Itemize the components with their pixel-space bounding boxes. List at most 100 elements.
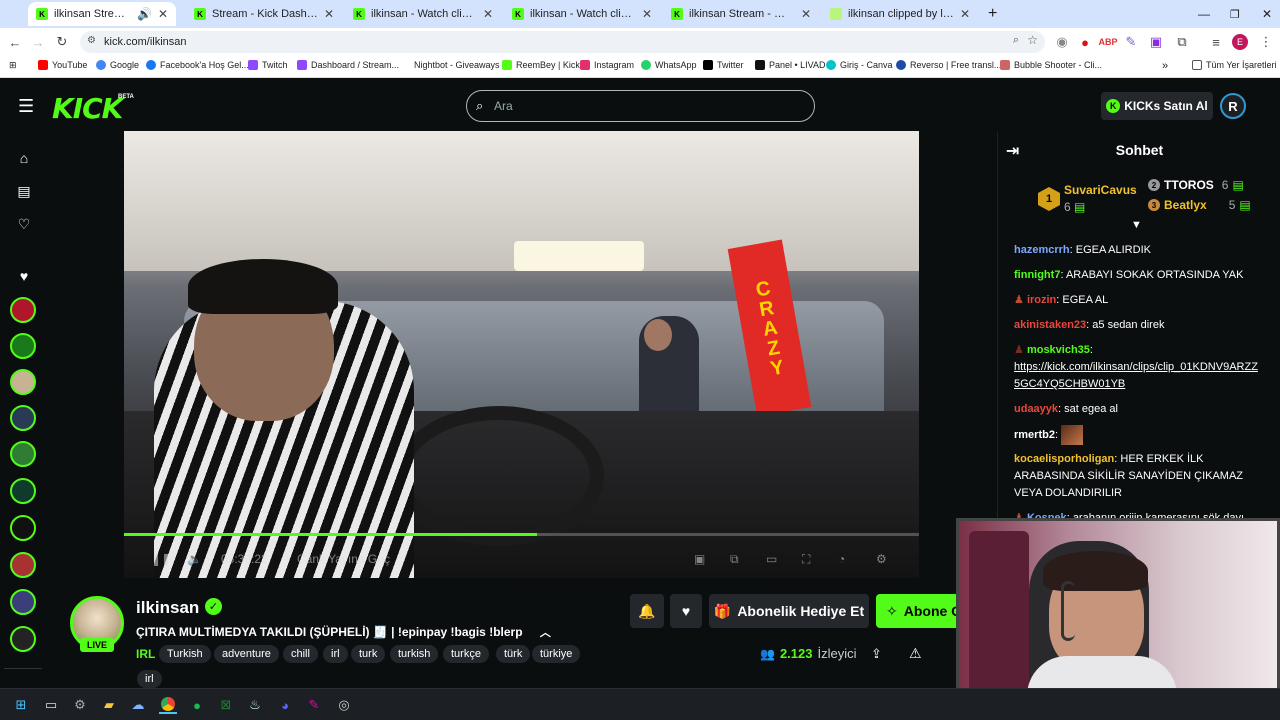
pip-icon[interactable]: ⧉ <box>730 552 739 567</box>
tag[interactable]: chill <box>283 645 318 663</box>
window-close-icon[interactable]: ✕ <box>1254 2 1274 26</box>
tag[interactable]: Turkish <box>159 645 211 663</box>
forward-icon[interactable]: → <box>28 32 48 52</box>
extension-icon[interactable]: ● <box>1075 32 1095 52</box>
settings-gear-icon[interactable]: ⚙ <box>71 696 89 714</box>
back-icon[interactable]: ← <box>5 32 25 52</box>
file-explorer-icon[interactable]: ▰ <box>100 696 118 714</box>
excel-icon[interactable]: ⊠ <box>217 696 235 714</box>
tag[interactable]: türk <box>496 645 531 663</box>
bookmark-canva[interactable]: Giriş - Canva <box>826 60 893 70</box>
tag[interactable]: turkçe <box>443 645 489 663</box>
extension-icon[interactable]: ▣ <box>1146 32 1166 52</box>
chat-username[interactable]: finnight7 <box>1014 269 1060 281</box>
reload-icon[interactable]: ↻ <box>52 32 72 52</box>
close-tab-icon[interactable]: ✕ <box>483 7 493 21</box>
close-tab-icon[interactable]: ✕ <box>324 7 334 21</box>
browser-tab[interactable]: ilkinsan clipped by leclercurry ✕ <box>822 2 978 26</box>
site-info-icon[interactable]: ⚙ <box>87 35 96 46</box>
subscribe-button[interactable]: ✧ Abone O <box>876 594 956 628</box>
tag[interactable]: adventure <box>214 645 279 663</box>
quality-icon[interactable]: ◔ <box>838 552 845 566</box>
bookmark-star-icon[interactable]: ☆ <box>1027 33 1038 47</box>
windows-start-icon[interactable]: ⊞ <box>12 696 30 714</box>
followed-channel-avatar[interactable] <box>10 441 36 467</box>
settings-gear-icon[interactable]: ⚙ <box>876 552 887 566</box>
all-bookmarks[interactable]: Tüm Yer İşaretleri <box>1192 60 1277 70</box>
buy-kicks-button[interactable]: K KICKs Satın Al <box>1101 92 1213 120</box>
tag[interactable]: irl <box>137 670 162 688</box>
close-tab-icon[interactable]: ✕ <box>642 7 652 21</box>
channel-name[interactable]: ilkinsan <box>136 598 199 618</box>
address-bar[interactable]: ⚙ kick.com/ilkinsan ⌕ ☆ <box>80 31 1045 53</box>
extension-icon[interactable]: ◉ <box>1052 32 1072 52</box>
maximize-icon[interactable]: ❐ <box>1222 2 1242 26</box>
chat-username[interactable]: akinistaken23 <box>1014 319 1086 331</box>
pause-icon[interactable]: ❚❚ <box>151 552 171 566</box>
chat-username[interactable]: moskvich35 <box>1027 344 1090 356</box>
close-tab-icon[interactable]: ✕ <box>158 7 168 21</box>
user-avatar[interactable]: R <box>1220 93 1246 119</box>
obs-icon[interactable]: ◎ <box>335 696 353 714</box>
apps-grid-icon[interactable]: ⊞ <box>9 60 17 71</box>
steam-icon[interactable]: ☁ <box>129 696 147 714</box>
minimize-icon[interactable]: — <box>1190 2 1210 26</box>
kick-logo[interactable]: KICK <box>52 92 123 125</box>
chat-username[interactable]: hazemcrrh <box>1014 244 1070 256</box>
bookmark-nightbot[interactable]: Nightbot - Giveaways <box>400 60 500 70</box>
category-link[interactable]: IRL <box>136 647 155 661</box>
home-icon[interactable]: ⌂ <box>15 149 33 167</box>
tag[interactable]: irl <box>323 645 348 663</box>
volume-icon[interactable]: 🔈 <box>187 552 202 566</box>
chat-username[interactable]: irozin <box>1027 294 1056 306</box>
expand-leaderboard-icon[interactable]: ▼ <box>1131 219 1142 231</box>
bookmark-instagram[interactable]: Instagram <box>580 60 634 70</box>
bookmark-whatsapp[interactable]: WhatsApp <box>641 60 697 70</box>
bookmark-google[interactable]: Google <box>96 60 139 70</box>
chat-username[interactable]: kocaelisporholigan <box>1014 453 1114 465</box>
leaderboard-entry[interactable]: 1 SuvariCavus 6 ▤ <box>1038 182 1137 216</box>
app-icon[interactable]: ✎ <box>305 696 323 714</box>
discord-icon[interactable]: ◕ <box>276 696 294 714</box>
browser-tab[interactable]: K ilkinsan Stream - Watch Live on ✕ <box>663 2 819 26</box>
tag[interactable]: türkiye <box>532 645 581 663</box>
bookmark-youtube[interactable]: YouTube <box>38 60 87 70</box>
report-warning-icon[interactable]: ⚠ <box>909 645 922 662</box>
leaderboard-entry[interactable]: 2 TTOROS 6 ▤ <box>1148 178 1244 192</box>
followed-channel-avatar[interactable] <box>10 515 36 541</box>
browser-tab[interactable]: K ilkinsan - Watch clips on Kick ✕ <box>345 2 501 26</box>
browser-tab[interactable]: K ilkinsan Stream - Watch Live 🔊 ✕ <box>28 2 176 26</box>
chrome-icon[interactable] <box>159 696 177 714</box>
bookmark-reverso[interactable]: Reverso | Free transl... <box>896 60 1001 70</box>
gift-sub-button[interactable]: 🎁 Abonelik Hediye Et <box>709 594 869 628</box>
bookmark-twitter[interactable]: Twitter <box>703 60 744 70</box>
video-player[interactable]: CRAZY ❚❚ 🔈 05:39:22 Canlı Yayına Geç ▣ ⧉… <box>124 131 919 578</box>
chat-link[interactable]: https://kick.com/ilkinsan/clips/clip_01K… <box>1014 361 1258 390</box>
profile-avatar[interactable]: E <box>1230 32 1250 52</box>
zoom-icon[interactable]: ⌕ <box>1013 34 1019 47</box>
seek-bar[interactable] <box>124 533 919 536</box>
reading-list-icon[interactable]: ≡ <box>1206 32 1226 52</box>
follow-heart-button[interactable]: ♥ <box>670 594 702 628</box>
menu-kebab-icon[interactable]: ⋮ <box>1256 32 1276 52</box>
spotify-icon[interactable]: ● <box>188 696 206 714</box>
close-tab-icon[interactable]: ✕ <box>960 7 970 21</box>
collapse-chat-icon[interactable]: ⇥ <box>1006 141 1019 161</box>
steam-client-icon[interactable]: ♨ <box>246 696 264 714</box>
followed-channel-avatar[interactable] <box>10 405 36 431</box>
leaderboard-entry[interactable]: 3 Beatlyx 5 ▤ <box>1148 198 1251 212</box>
search-input[interactable]: ⌕ Ara <box>466 90 815 122</box>
followed-channel-avatar[interactable] <box>10 626 36 652</box>
clip-icon[interactable]: ▣ <box>694 552 705 566</box>
extensions-puzzle-icon[interactable]: ⧉ <box>1172 32 1192 52</box>
more-bookmarks-chevron-icon[interactable]: » <box>1162 60 1168 72</box>
followed-channel-avatar[interactable] <box>10 333 36 359</box>
new-tab-button[interactable]: + <box>980 2 1002 26</box>
extension-icon[interactable]: ✎ <box>1121 32 1141 52</box>
bookmark-facebook[interactable]: Facebook'a Hoş Gel... <box>146 60 249 70</box>
browser-tab[interactable]: K ilkinsan - Watch clips on Kick ✕ <box>504 2 660 26</box>
followed-channel-avatar[interactable] <box>10 552 36 578</box>
bookmark-dashboard[interactable]: Dashboard / Stream... <box>297 60 399 70</box>
followed-channel-avatar[interactable] <box>10 297 36 323</box>
bookmark-panel[interactable]: Panel • LIVAD <box>755 60 826 70</box>
